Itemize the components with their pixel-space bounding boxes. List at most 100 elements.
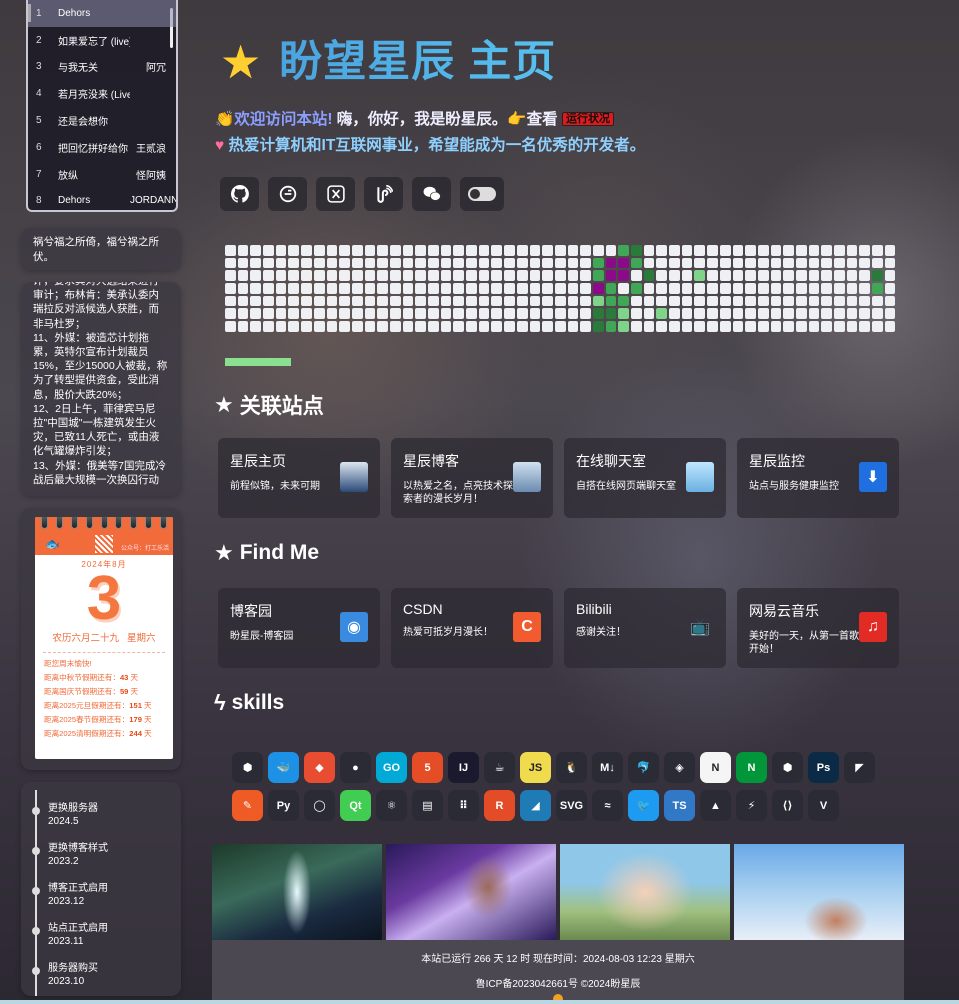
contribution-cell — [834, 295, 845, 307]
contribution-cell — [339, 270, 350, 282]
wechat-button[interactable] — [412, 177, 451, 211]
contribution-cell — [326, 321, 338, 332]
star-icon: ★ — [220, 36, 262, 88]
contribution-cell — [656, 245, 668, 256]
linked-site-card[interactable]: 在线聊天室 自搭在线网页端聊天室 — [564, 438, 726, 518]
contribution-cell — [757, 257, 769, 269]
timeline-title: 服务器购买 — [48, 963, 98, 974]
blog-button[interactable] — [364, 177, 403, 211]
card-desc: 热爱可抵岁月漫长！ — [403, 627, 493, 638]
contribution-cell — [453, 270, 465, 282]
find-me-card[interactable]: 网易云音乐 美好的一天，从第一首歌开始！ ♫ — [737, 588, 899, 668]
contribution-cell — [428, 257, 439, 269]
contribution-cell — [440, 270, 452, 282]
find-me-list: 博客园 盼星辰-博客园 ◉ CSDN 热爱可抵岁月漫长！ C Bilibili 感谢关注！ 📺 网… — [218, 588, 899, 668]
contribution-cell — [618, 257, 629, 269]
nginx-icon: N — [736, 752, 767, 783]
contribution-cell — [567, 308, 579, 320]
linux-icon: 🐧 — [556, 752, 587, 783]
playlist-item[interactable]: 2 如果爱忘了 (live) — [28, 27, 176, 54]
heart-icon: ♥ — [215, 137, 225, 154]
theme-toggle[interactable] — [460, 177, 504, 211]
page-title: 盼望星辰 主页 — [279, 34, 556, 90]
contribution-cell — [694, 283, 706, 294]
contribution-cell — [643, 283, 655, 294]
github-icon: ● — [340, 752, 371, 783]
find-me-card[interactable]: Bilibili 感谢关注！ 📺 — [564, 588, 726, 668]
find-me-card[interactable]: CSDN 热爱可抵岁月漫长！ C — [391, 588, 553, 668]
contribution-cell — [478, 295, 490, 307]
sidebar: 1 Dehors 2 如果爱忘了 (live) 3 与我无关 阿冗 4 若月亮没来 (Live版… — [0, 0, 200, 1004]
contribution-cell — [529, 283, 541, 294]
contribution-cell — [783, 283, 794, 294]
contribution-cell — [669, 270, 680, 282]
track-artist: JORDANN — [130, 195, 176, 207]
playlist-item[interactable]: 6 把回忆拼好给你 王贰浪 — [28, 134, 176, 161]
rust-icon: R — [484, 790, 515, 821]
contribution-cell — [478, 321, 490, 332]
track-number: 3 — [36, 61, 42, 73]
contribution-cell — [466, 308, 477, 320]
lightning-icon: ϟ — [214, 690, 226, 715]
lunar-date: 农历六月二十九 — [52, 633, 119, 644]
contribution-cell — [275, 295, 287, 307]
ts-icon: TS — [664, 790, 695, 821]
icp-link[interactable]: 鲁ICP备2023042661号 ©2024盼星辰 — [212, 975, 904, 990]
anime-image-1[interactable] — [212, 844, 382, 940]
contribution-cell — [478, 257, 490, 269]
contribution-cell — [592, 283, 604, 294]
contribution-cell — [440, 308, 452, 320]
countdown-value: 151 — [129, 701, 142, 710]
x-button[interactable] — [316, 177, 355, 211]
contribution-cell — [288, 321, 300, 332]
status-link[interactable]: 运行状况 — [561, 112, 614, 126]
playlist-item[interactable]: 5 还是会想你 — [28, 107, 176, 134]
vscode-icon: ⟨⟩ — [772, 790, 803, 821]
contribution-cell — [351, 308, 363, 320]
contribution-cell — [491, 257, 503, 269]
playlist-item[interactable]: 4 若月亮没来 (Live版) — [28, 80, 176, 107]
playlist-item[interactable]: 8 Dehors JORDANN — [28, 188, 176, 210]
news-text: 评，要求其对大选结果进行审计；布林肯：美承认委内瑞拉反对派候选人获胜，而非马杜罗… — [33, 282, 168, 486]
news-card[interactable]: 评，要求其对大选结果进行审计；布林肯：美承认委内瑞拉反对派候选人获胜，而非马杜罗… — [21, 282, 181, 496]
contribution-cell — [428, 308, 439, 320]
contribution-cell — [821, 245, 832, 256]
toggle-switch-icon — [468, 187, 496, 201]
timeline-title: 博客正式启用 — [48, 883, 108, 894]
linked-site-card[interactable]: 星辰监控 站点与服务健康监控 ⬇ — [737, 438, 899, 518]
timeline-dot-icon — [32, 807, 40, 815]
contribution-cell — [846, 295, 858, 307]
playlist-item[interactable]: 1 Dehors — [28, 0, 176, 27]
contribution-cell — [872, 295, 883, 307]
sqlite-icon: ◢ — [520, 790, 551, 821]
contribution-cell — [516, 283, 528, 294]
find-me-card[interactable]: 博客园 盼星辰-博客园 ◉ — [218, 588, 380, 668]
linked-site-card[interactable]: 星辰主页 前程似锦，未来可期 — [218, 438, 380, 518]
contribution-cell — [529, 321, 541, 332]
github-button[interactable] — [220, 177, 259, 211]
contribution-cell — [466, 283, 477, 294]
anime-image-3[interactable] — [560, 844, 730, 940]
contribution-cell — [567, 270, 579, 282]
contribution-cell — [681, 321, 693, 332]
music-playlist[interactable]: 1 Dehors 2 如果爱忘了 (live) 3 与我无关 阿冗 4 若月亮没来 (Live版… — [26, 0, 178, 212]
anime-image-4[interactable] — [734, 844, 904, 940]
contribution-cell — [326, 270, 338, 282]
linked-site-card[interactable]: 星辰博客 以热爱之名，点亮技术探索者的漫长岁月！ — [391, 438, 553, 518]
contribution-cell — [643, 245, 655, 256]
contribution-cell — [542, 308, 553, 320]
countdown-unit: 天 — [144, 715, 152, 724]
playlist-item[interactable]: 3 与我无关 阿冗 — [28, 54, 176, 81]
contribution-cell — [757, 270, 769, 282]
contribution-cell — [808, 295, 820, 307]
playlist-item[interactable]: 7 放纵 怪阿姨 — [28, 161, 176, 188]
timeline-item: 博客正式启用 2023.12 — [32, 882, 108, 908]
contribution-cell — [783, 308, 794, 320]
anime-image-2[interactable] — [386, 844, 556, 940]
greeting-text: 嗨，你好，我是盼星辰。 — [336, 111, 508, 128]
hero-title: ★ 盼望星辰 主页 — [220, 34, 556, 90]
contribution-cell — [415, 308, 426, 320]
gitee-button[interactable] — [268, 177, 307, 211]
contribution-cell — [884, 308, 896, 320]
contribution-cell — [313, 295, 325, 307]
